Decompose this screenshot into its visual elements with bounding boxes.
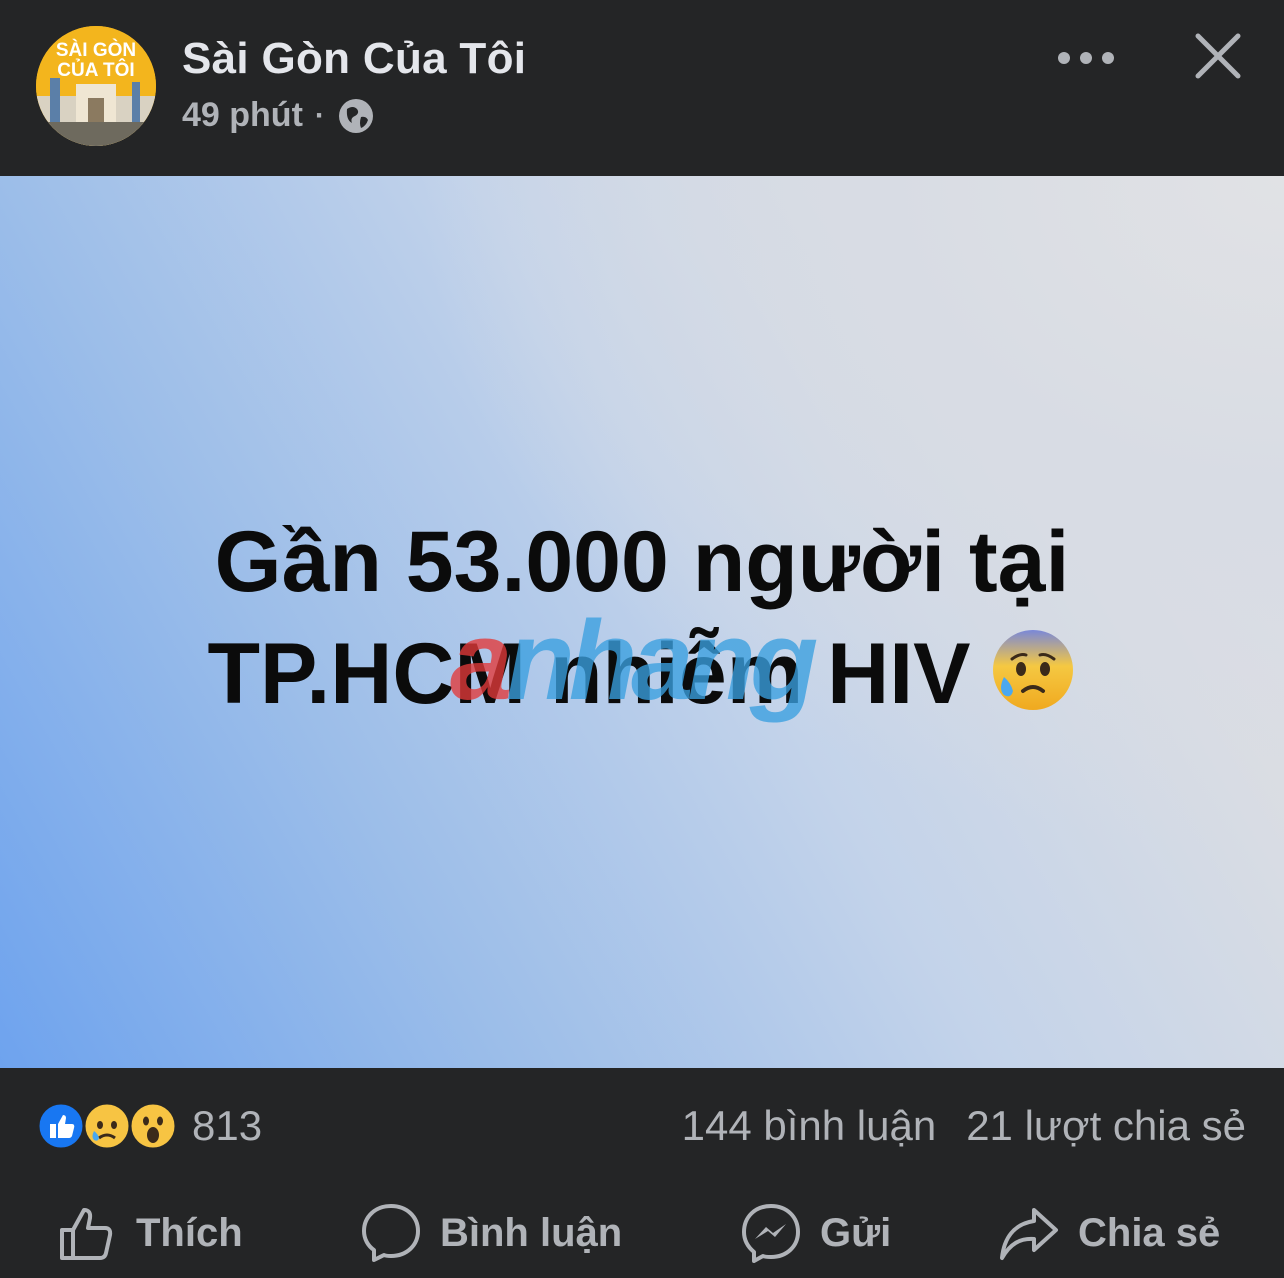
comment-count[interactable]: 144 bình luận — [682, 1102, 937, 1150]
reaction-count[interactable]: 813 — [192, 1102, 262, 1150]
thumbs-up-icon — [60, 1208, 113, 1260]
post-time[interactable]: 49 phút — [182, 96, 303, 135]
post-text-line1: Gần 53.000 người tại — [214, 514, 1070, 610]
page-avatar[interactable]: SÀI GÒN CỦA TÔI — [36, 26, 156, 146]
like-button-label: Thích — [136, 1210, 243, 1255]
share-arrow-icon — [1000, 1208, 1058, 1260]
more-options-icon[interactable] — [1058, 38, 1114, 78]
svg-text:SÀI GÒN: SÀI GÒN — [56, 39, 136, 61]
close-icon[interactable] — [1192, 30, 1244, 82]
post-text-line2-wrap: TP.HCM nhiễm HIV — [0, 618, 1284, 730]
share-button[interactable]: Chia sẻ — [998, 1198, 1220, 1268]
comment-button-label: Bình luận — [440, 1210, 623, 1255]
svg-text:CỦA TÔI: CỦA TÔI — [57, 59, 134, 81]
reactions-summary[interactable]: 813 — [36, 1100, 262, 1152]
like-reaction-icon — [36, 1101, 86, 1151]
share-button-label: Chia sẻ — [1078, 1210, 1221, 1255]
engagement-counts: 144 bình luận 21 lượt chia sẻ — [682, 1102, 1246, 1150]
post-header — [0, 0, 1284, 176]
globe-icon — [337, 97, 375, 135]
send-button-label: Gửi — [820, 1210, 892, 1255]
send-button[interactable]: Gửi — [740, 1198, 891, 1268]
post-image[interactable]: Gần 53.000 người tại TP.HCM nhiễm HIV an… — [0, 176, 1284, 1068]
wow-reaction-icon — [128, 1101, 178, 1151]
meta-separator: · — [314, 98, 325, 132]
messenger-icon — [742, 1204, 800, 1263]
post-text: Gần 53.000 người tại TP.HCM nhiễm HIV — [0, 506, 1284, 730]
sad-reaction-icon — [82, 1101, 132, 1151]
like-button[interactable]: Thích — [56, 1198, 243, 1268]
comment-button[interactable]: Bình luận — [360, 1198, 622, 1268]
comment-bubble-icon — [362, 1204, 420, 1262]
anxious-face-emoji-icon — [990, 627, 1076, 713]
page-name[interactable]: Sài Gòn Của Tôi — [182, 34, 526, 84]
share-count[interactable]: 21 lượt chia sẻ — [966, 1102, 1246, 1150]
post-text-line2: TP.HCM nhiễm HIV — [207, 626, 971, 722]
post-meta: 49 phút · — [182, 96, 375, 135]
